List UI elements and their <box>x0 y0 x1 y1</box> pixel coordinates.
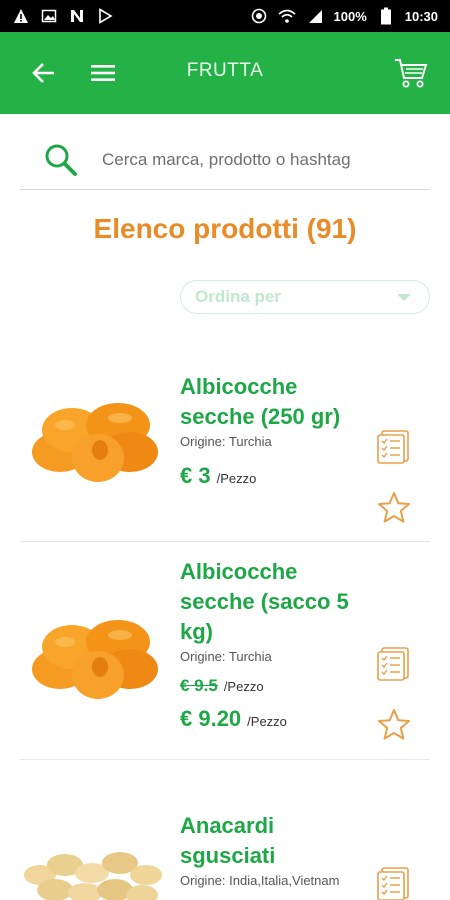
cart-button[interactable] <box>392 54 430 92</box>
star-icon <box>378 492 410 523</box>
warning-icon <box>12 7 30 25</box>
checklist-icon <box>377 647 409 681</box>
play-store-icon <box>96 7 114 25</box>
product-image-dried-apricots <box>32 403 158 482</box>
status-bar-left <box>12 7 114 25</box>
battery-icon <box>377 7 395 25</box>
product-price: € 3 <box>180 463 211 488</box>
product-details-button[interactable] <box>374 426 414 466</box>
product-list-heading: Elenco prodotti (91) <box>93 213 357 244</box>
product-origin: Origine: Turchia <box>180 649 272 664</box>
star-icon <box>378 709 410 740</box>
product-image-cashews <box>24 852 162 900</box>
old-price-row: € 9.5 /Pezzo <box>180 676 380 696</box>
product-card[interactable]: Anacardi sgusciati Origine: India,Italia… <box>20 763 430 900</box>
product-name: Albicocche secche (sacco 5 kg) <box>180 559 349 644</box>
clock: 10:30 <box>404 8 438 24</box>
signal-icon <box>306 7 324 25</box>
chevron-down-icon <box>397 293 411 301</box>
shopping-cart-icon <box>395 59 428 88</box>
status-bar: 100% 10:30 <box>0 0 450 32</box>
checklist-icon <box>377 867 409 900</box>
wifi-icon <box>277 7 296 25</box>
product-details-button[interactable] <box>374 863 414 900</box>
page-title: FRUTTA <box>186 60 264 81</box>
price-row: € 3 /Pezzo <box>180 463 380 489</box>
image-icon <box>40 7 58 25</box>
n-icon <box>68 7 86 25</box>
product-name: Albicocche secche (250 gr) <box>180 374 341 429</box>
product-info: Anacardi sgusciati Origine: India,Italia… <box>180 811 390 888</box>
favorite-button[interactable] <box>374 488 414 528</box>
product-old-price: € 9.5 <box>180 676 218 695</box>
search-bar <box>20 130 430 190</box>
battery-percentage: 100% <box>333 8 367 24</box>
product-origin: Origine: Turchia <box>180 434 272 449</box>
product-image-dried-apricots <box>32 620 158 699</box>
divider <box>20 541 430 542</box>
divider <box>20 759 430 760</box>
product-info: Albicocche secche (250 gr) Origine: Turc… <box>180 372 380 489</box>
search-input[interactable] <box>100 148 424 171</box>
product-origin: Origine: India,Italia,Vietnam <box>180 873 340 888</box>
product-card[interactable]: Albicocche secche (sacco 5 kg) Origine: … <box>20 545 430 757</box>
price-unit: /Pezzo <box>223 679 264 694</box>
product-details-button[interactable] <box>374 643 414 683</box>
product-name: Anacardi sgusciati <box>180 813 276 868</box>
price-row: € 9.20 /Pezzo <box>180 706 380 732</box>
price-unit: /Pezzo <box>247 714 287 729</box>
checklist-icon <box>377 430 409 464</box>
product-card[interactable]: Albicocche secche (250 gr) Origine: Turc… <box>20 360 430 540</box>
favorite-button[interactable] <box>374 705 414 745</box>
status-bar-right: 100% 10:30 <box>250 7 438 25</box>
sort-dropdown[interactable]: Ordina per <box>180 280 430 314</box>
product-info: Albicocche secche (sacco 5 kg) Origine: … <box>180 557 380 732</box>
app-bar: FRUTTA <box>0 32 450 114</box>
do-not-disturb-icon <box>250 7 268 25</box>
sort-dropdown-label: Ordina per <box>195 287 281 306</box>
product-price: € 9.20 <box>180 706 242 731</box>
price-unit: /Pezzo <box>216 471 257 486</box>
search-icon[interactable] <box>44 143 78 177</box>
